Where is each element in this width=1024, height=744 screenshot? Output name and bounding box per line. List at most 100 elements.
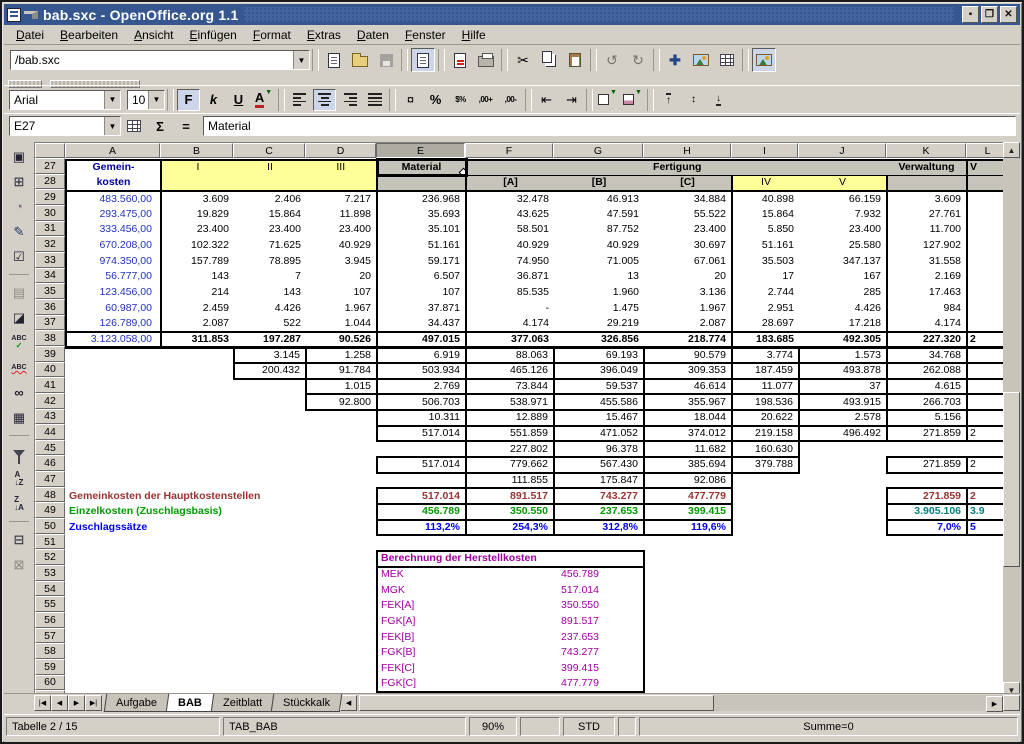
cell[interactable]: 309.353 xyxy=(644,363,732,379)
cell[interactable]: I xyxy=(161,160,234,176)
cell[interactable] xyxy=(967,238,1008,254)
cell[interactable]: 11.077 xyxy=(732,379,799,395)
cell[interactable]: [A] xyxy=(466,175,554,191)
cell[interactable]: 67.061 xyxy=(644,253,732,269)
cell[interactable]: 78.895 xyxy=(234,253,306,269)
cell[interactable] xyxy=(234,551,306,567)
cell[interactable] xyxy=(967,206,1008,222)
cell[interactable] xyxy=(732,567,799,583)
cell[interactable]: 493.915 xyxy=(799,394,887,410)
function-wizard-button[interactable] xyxy=(123,116,145,136)
export-pdf-button[interactable] xyxy=(448,48,472,72)
zoom-panel[interactable]: 90% xyxy=(469,717,517,736)
cell[interactable] xyxy=(554,535,644,551)
align-middle-button[interactable]: ↕ xyxy=(682,89,705,111)
cell[interactable] xyxy=(732,676,799,692)
cell[interactable]: 456.789 xyxy=(377,504,466,520)
next-sheet-button[interactable]: ▶ xyxy=(68,695,85,711)
cell[interactable] xyxy=(967,645,1008,661)
cell[interactable] xyxy=(799,551,887,567)
cell[interactable] xyxy=(161,598,234,614)
insert-mode-panel[interactable] xyxy=(520,717,560,736)
cell[interactable] xyxy=(967,629,1008,645)
vertical-scroll-thumb[interactable] xyxy=(1003,392,1020,567)
cell[interactable]: 227.802 xyxy=(466,441,554,457)
cell[interactable] xyxy=(161,473,234,489)
cell[interactable] xyxy=(66,661,161,677)
cell[interactable]: 477.779 xyxy=(554,676,644,692)
font-color-button[interactable]: A ▼ xyxy=(252,89,275,111)
cell[interactable] xyxy=(799,614,887,630)
print-button[interactable] xyxy=(474,48,498,72)
cell[interactable] xyxy=(161,394,234,410)
name-box[interactable]: E27 ▼ xyxy=(9,116,121,136)
cell[interactable]: 40.898 xyxy=(732,191,799,207)
cell[interactable]: 3.609 xyxy=(887,191,967,207)
cell[interactable] xyxy=(967,222,1008,238)
row-header-50[interactable]: 50 xyxy=(35,518,65,534)
cell[interactable]: 92.800 xyxy=(306,394,377,410)
row-header-31[interactable]: 31 xyxy=(35,221,65,237)
cell[interactable] xyxy=(161,441,234,457)
cell[interactable] xyxy=(234,629,306,645)
cell[interactable]: 37 xyxy=(799,379,887,395)
row-header-49[interactable]: 49 xyxy=(35,502,65,518)
row-header-43[interactable]: 43 xyxy=(35,409,65,425)
cell[interactable]: 3.945 xyxy=(306,253,377,269)
cell[interactable]: 113,2% xyxy=(377,520,466,536)
font-name-combobox[interactable]: Arial ▼ xyxy=(9,90,121,110)
cell[interactable]: 493.878 xyxy=(799,363,887,379)
cell[interactable]: MEK xyxy=(377,567,554,583)
cell[interactable]: 11.898 xyxy=(306,206,377,222)
data-sources-button[interactable] xyxy=(715,48,739,72)
background-color-button[interactable]: ▼ xyxy=(621,89,644,111)
cell[interactable]: 35.503 xyxy=(732,253,799,269)
cell[interactable] xyxy=(799,535,887,551)
cell[interactable]: 32.478 xyxy=(466,191,554,207)
insert-object-button[interactable]: ▣ xyxy=(6,144,32,169)
cell[interactable]: 2 xyxy=(967,488,1008,504)
cell[interactable] xyxy=(66,551,161,567)
cell[interactable] xyxy=(887,598,967,614)
redo-button[interactable]: ↻ xyxy=(626,48,650,72)
cell[interactable] xyxy=(377,535,466,551)
cell[interactable] xyxy=(234,661,306,677)
italic-button[interactable]: k xyxy=(202,89,225,111)
insert-graphics-button[interactable] xyxy=(752,48,776,72)
cell[interactable] xyxy=(967,551,1008,567)
cell[interactable]: kosten xyxy=(66,175,161,191)
undo-button[interactable]: ↺ xyxy=(600,48,624,72)
cell[interactable]: 262.088 xyxy=(887,363,967,379)
cell[interactable] xyxy=(306,426,377,442)
sum-button[interactable]: Σ xyxy=(149,116,171,136)
cell[interactable]: 483.560,00 xyxy=(66,191,161,207)
cell[interactable]: 23.400 xyxy=(234,222,306,238)
cell[interactable]: 46.614 xyxy=(644,379,732,395)
cell[interactable]: 34.437 xyxy=(377,316,466,332)
cell[interactable] xyxy=(66,535,161,551)
cell[interactable]: 497.015 xyxy=(377,332,466,348)
cell[interactable]: 517.014 xyxy=(377,426,466,442)
increase-indent-button[interactable]: ⇥ xyxy=(560,89,583,111)
row-header-59[interactable]: 59 xyxy=(35,659,65,675)
cell[interactable]: 465.126 xyxy=(466,363,554,379)
font-color-dropdown-icon[interactable]: ▼ xyxy=(265,89,272,96)
row-header-52[interactable]: 52 xyxy=(35,549,65,565)
row-header-58[interactable]: 58 xyxy=(35,643,65,659)
cell[interactable] xyxy=(887,567,967,583)
cell[interactable] xyxy=(234,645,306,661)
cell[interactable]: 237.653 xyxy=(554,629,644,645)
cell[interactable]: 17 xyxy=(732,269,799,285)
cell[interactable]: 36.871 xyxy=(466,269,554,285)
cell[interactable] xyxy=(887,473,967,489)
cell[interactable]: 311.853 xyxy=(161,332,234,348)
cell[interactable] xyxy=(161,426,234,442)
cell[interactable] xyxy=(732,488,799,504)
select-all-corner[interactable] xyxy=(35,143,65,158)
row-header-45[interactable]: 45 xyxy=(35,440,65,456)
cell[interactable]: II xyxy=(234,160,306,176)
cell[interactable]: 187.459 xyxy=(732,363,799,379)
row-header-33[interactable]: 33 xyxy=(35,252,65,268)
currency-format-button[interactable]: ¤ xyxy=(399,89,422,111)
cell[interactable]: 4.615 xyxy=(887,379,967,395)
